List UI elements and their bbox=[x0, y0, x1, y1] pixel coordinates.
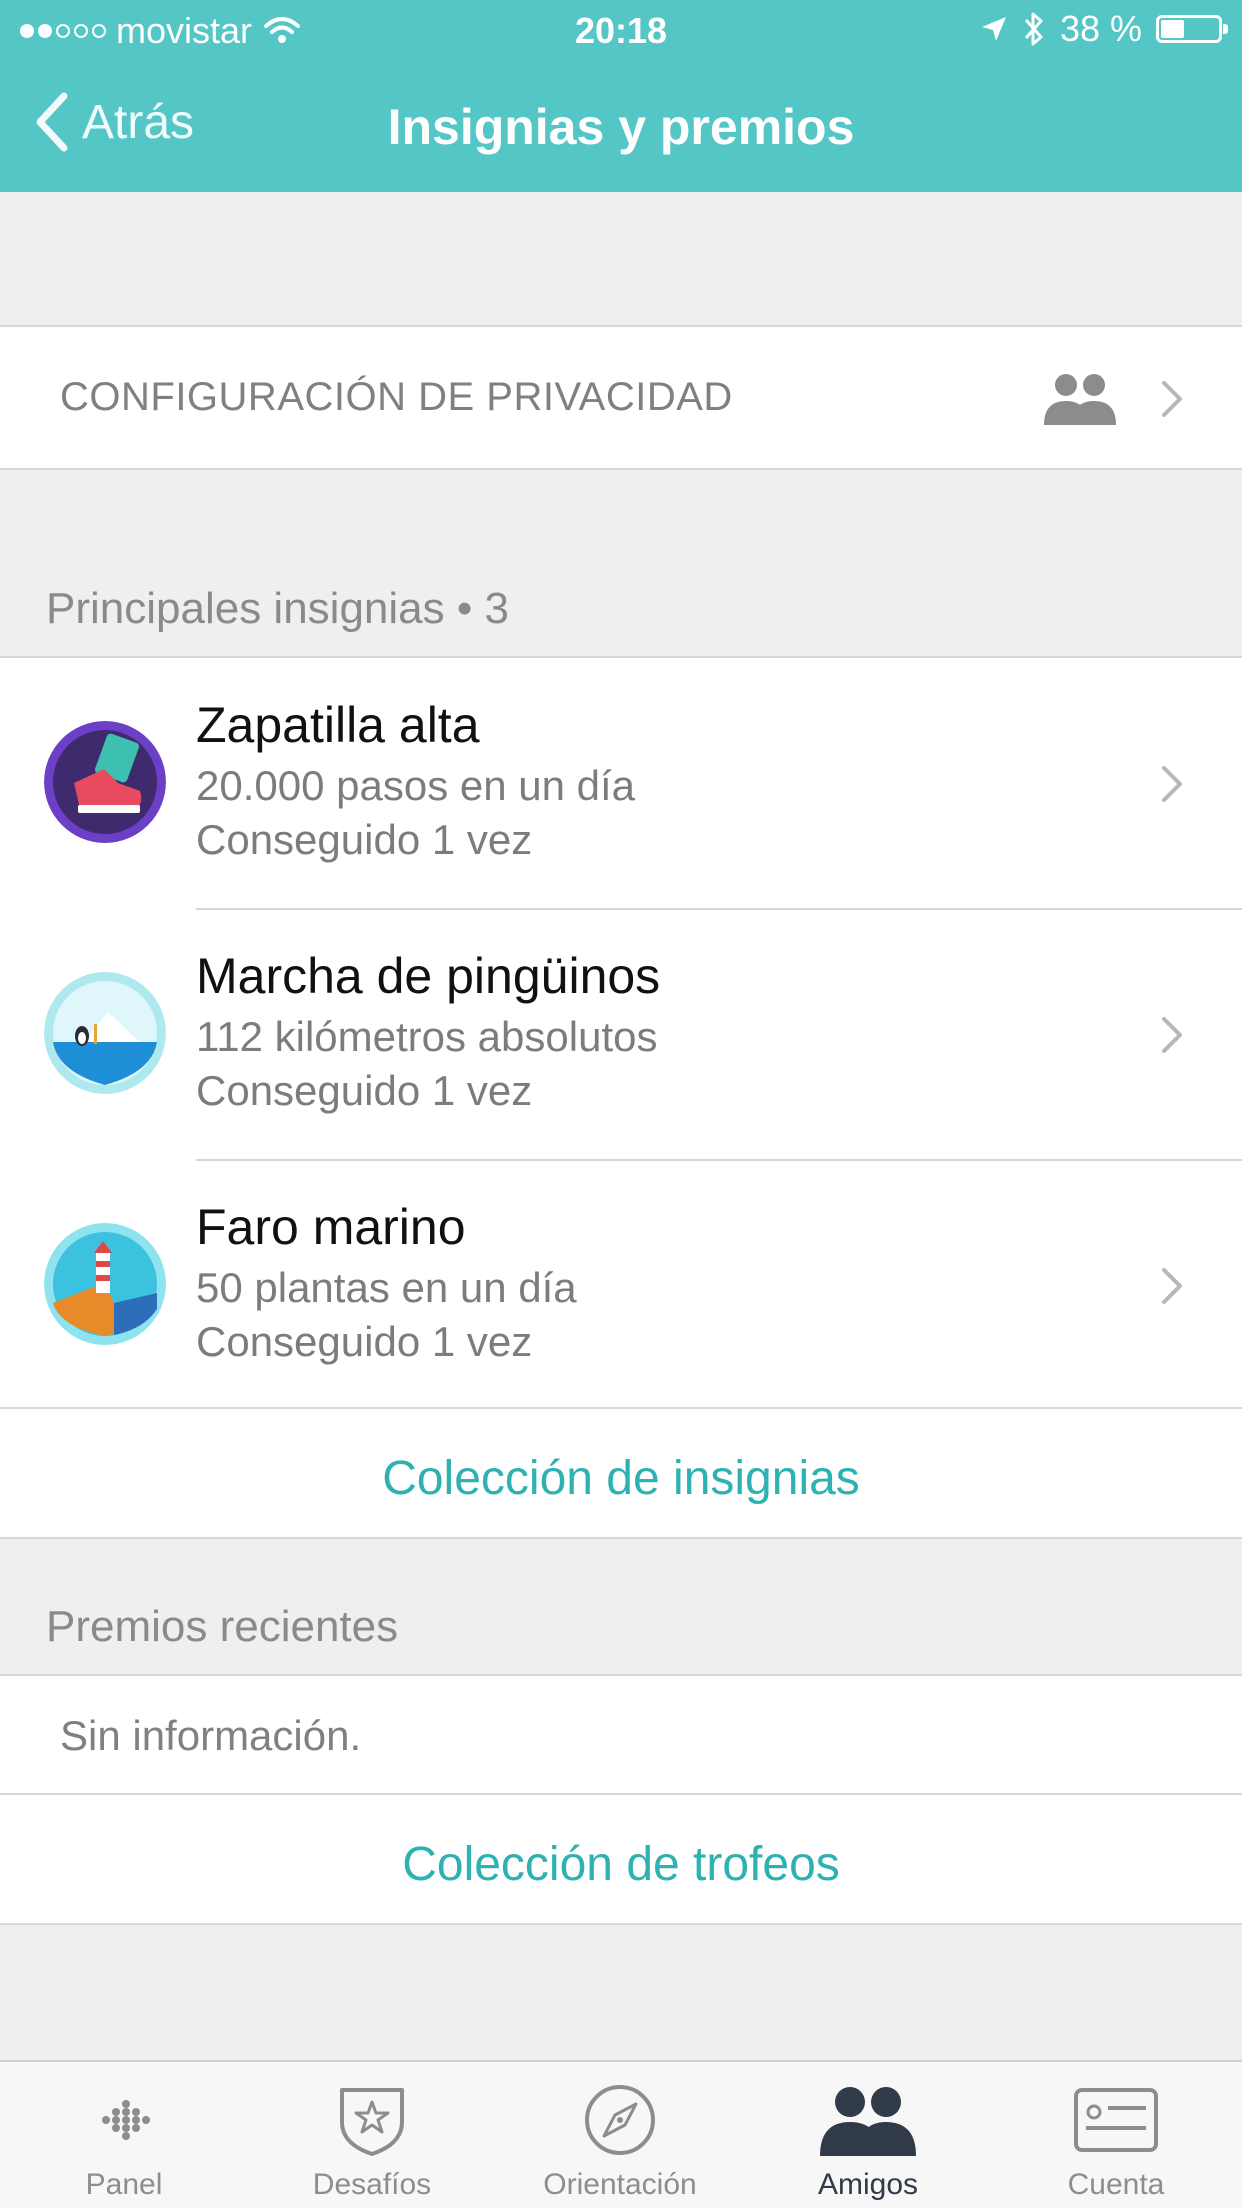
badge-item-lighthouse[interactable]: Faro marino 50 plantas en un día Consegu… bbox=[0, 1160, 1242, 1411]
dots-logo-icon bbox=[102, 2100, 150, 2140]
badges-section-header: Principales insignias • 3 bbox=[46, 584, 509, 633]
bluetooth-icon bbox=[1024, 12, 1043, 46]
tab-desafios[interactable]: Desafíos bbox=[248, 2062, 496, 2208]
tab-label: Cuenta bbox=[1067, 2168, 1165, 2201]
battery-level bbox=[1161, 20, 1184, 38]
sneaker-badge-icon bbox=[44, 721, 166, 843]
chevron-right-icon bbox=[1162, 1017, 1182, 1053]
battery-icon bbox=[1156, 15, 1228, 43]
badge-description: 50 plantas en un día bbox=[196, 1264, 577, 1311]
badge-count: Conseguido 1 vez bbox=[196, 1067, 533, 1114]
badge-count: Conseguido 1 vez bbox=[196, 1318, 533, 1365]
battery-percent: 38 % bbox=[1059, 8, 1142, 49]
badge-collection-link[interactable]: Colección de insignias bbox=[0, 1409, 1242, 1539]
tab-label: Amigos bbox=[817, 2168, 919, 2201]
badge-description: 20.000 pasos en un día bbox=[196, 762, 636, 809]
tab-amigos[interactable]: Amigos bbox=[744, 2062, 992, 2208]
page-title: Insignias y premios bbox=[387, 99, 855, 155]
tab-cuenta[interactable]: Cuenta bbox=[992, 2062, 1240, 2208]
id-card-icon bbox=[1074, 2088, 1158, 2152]
chevron-right-icon bbox=[1162, 381, 1182, 417]
friends-icon bbox=[1044, 374, 1116, 425]
badges-list: Zapatilla alta 20.000 pasos en un día Co… bbox=[0, 656, 1242, 1409]
compass-icon bbox=[585, 2085, 655, 2155]
badge-count: Conseguido 1 vez bbox=[196, 816, 533, 863]
tab-panel[interactable]: Panel bbox=[0, 2062, 248, 2208]
trophy-collection-label: Colección de trofeos bbox=[402, 1838, 840, 1891]
location-arrow-icon bbox=[981, 17, 1006, 41]
app-header: movistar 20:18 38 % Atrás Insignias y pr… bbox=[0, 0, 1242, 192]
privacy-settings-row[interactable]: CONFIGURACIÓN DE PRIVACIDAD bbox=[0, 325, 1242, 470]
badge-title: Zapatilla alta bbox=[196, 697, 480, 753]
badge-title: Faro marino bbox=[196, 1199, 466, 1255]
star-shield-icon bbox=[340, 2088, 404, 2156]
tab-bar: Panel Desafíos Orientación Amigos Cuenta bbox=[0, 2060, 1242, 2208]
privacy-settings-label: CONFIGURACIÓN DE PRIVACIDAD bbox=[60, 375, 733, 419]
lighthouse-badge-icon bbox=[44, 1223, 166, 1345]
badge-title: Marcha de pingüinos bbox=[196, 948, 661, 1004]
awards-empty-text: Sin información. bbox=[60, 1712, 362, 1759]
badge-item-penguin[interactable]: Marcha de pingüinos 112 kilómetros absol… bbox=[0, 909, 1242, 1160]
awards-section-header: Premios recientes bbox=[46, 1602, 399, 1651]
friends-icon bbox=[820, 2087, 916, 2156]
badge-collection-label: Colección de insignias bbox=[382, 1452, 860, 1505]
status-right: 38 % bbox=[980, 8, 1228, 50]
trophy-collection-link[interactable]: Colección de trofeos bbox=[0, 1795, 1242, 1925]
chevron-right-icon bbox=[1162, 1268, 1182, 1304]
badge-item-sneaker[interactable]: Zapatilla alta 20.000 pasos en un día Co… bbox=[0, 658, 1242, 909]
tab-orientacion[interactable]: Orientación bbox=[496, 2062, 744, 2208]
tab-label: Panel bbox=[85, 2168, 163, 2201]
tab-label: Orientación bbox=[543, 2168, 697, 2201]
tab-label: Desafíos bbox=[312, 2168, 432, 2201]
nav-bar: Atrás Insignias y premios bbox=[0, 62, 1242, 192]
penguin-badge-icon bbox=[44, 972, 166, 1094]
badge-description: 112 kilómetros absolutos bbox=[196, 1013, 658, 1060]
status-bar: movistar 20:18 38 % bbox=[0, 0, 1242, 62]
chevron-right-icon bbox=[1162, 766, 1182, 802]
awards-empty-row: Sin información. bbox=[0, 1674, 1242, 1794]
